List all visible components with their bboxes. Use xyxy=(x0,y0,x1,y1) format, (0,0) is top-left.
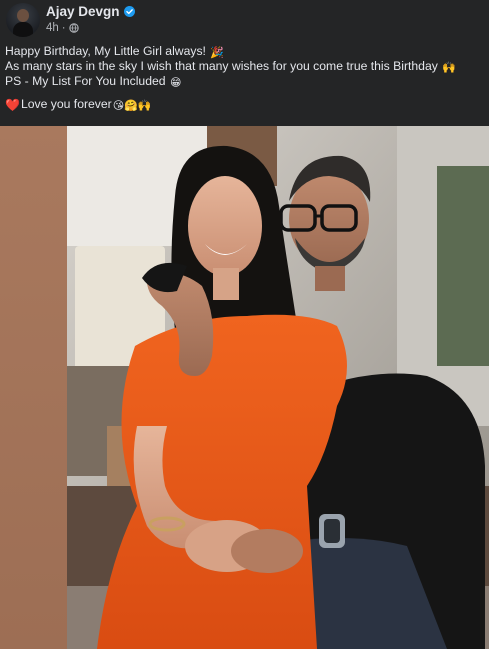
birthday-photo[interactable] xyxy=(67,126,489,649)
caption-line-2: As many stars in the sky I wish that man… xyxy=(5,59,485,74)
caption-line-3: PS - My List For You Included 😁 xyxy=(5,74,485,89)
caption-text-3: PS - My List For You Included xyxy=(5,74,166,88)
caption-text-2: As many stars in the sky I wish that man… xyxy=(5,59,438,73)
post-meta: 4h · xyxy=(46,22,79,34)
facebook-post: Ajay Devgn 4h · Happy Birthday, My Littl… xyxy=(0,0,489,649)
caption-line-4: ❤️Love you forever😘🤗🙌 xyxy=(5,97,485,113)
author-name[interactable]: Ajay Devgn xyxy=(46,4,120,19)
raising-hands-emoji: 🙌 xyxy=(442,62,456,74)
meta-separator: · xyxy=(61,22,66,34)
grinning-face-emoji: 😁 xyxy=(169,77,182,89)
caption-line-1: Happy Birthday, My Little Girl always! 🎉 xyxy=(5,44,485,59)
caption-text-4: Love you forever xyxy=(20,97,112,111)
media-side-strip xyxy=(0,126,67,649)
avatar-head xyxy=(17,9,29,22)
photo-illustration xyxy=(67,126,489,649)
caption-text-1: Happy Birthday, My Little Girl always! xyxy=(5,44,206,58)
verified-badge-icon xyxy=(123,6,135,17)
kiss-hug-hands-emoji: 😘🤗🙌 xyxy=(112,100,152,112)
globe-icon xyxy=(68,23,79,33)
heart-icon: ❤️ xyxy=(5,98,20,112)
avatar-body xyxy=(13,22,33,37)
post-media[interactable] xyxy=(0,126,489,649)
author-avatar[interactable] xyxy=(6,3,40,37)
author-name-row: Ajay Devgn xyxy=(46,4,135,19)
post-header: Ajay Devgn 4h · xyxy=(0,0,489,40)
post-time[interactable]: 4h xyxy=(46,22,59,34)
post-caption: Happy Birthday, My Little Girl always! 🎉… xyxy=(5,44,485,113)
party-popper-emoji: 🎉 xyxy=(210,47,225,59)
